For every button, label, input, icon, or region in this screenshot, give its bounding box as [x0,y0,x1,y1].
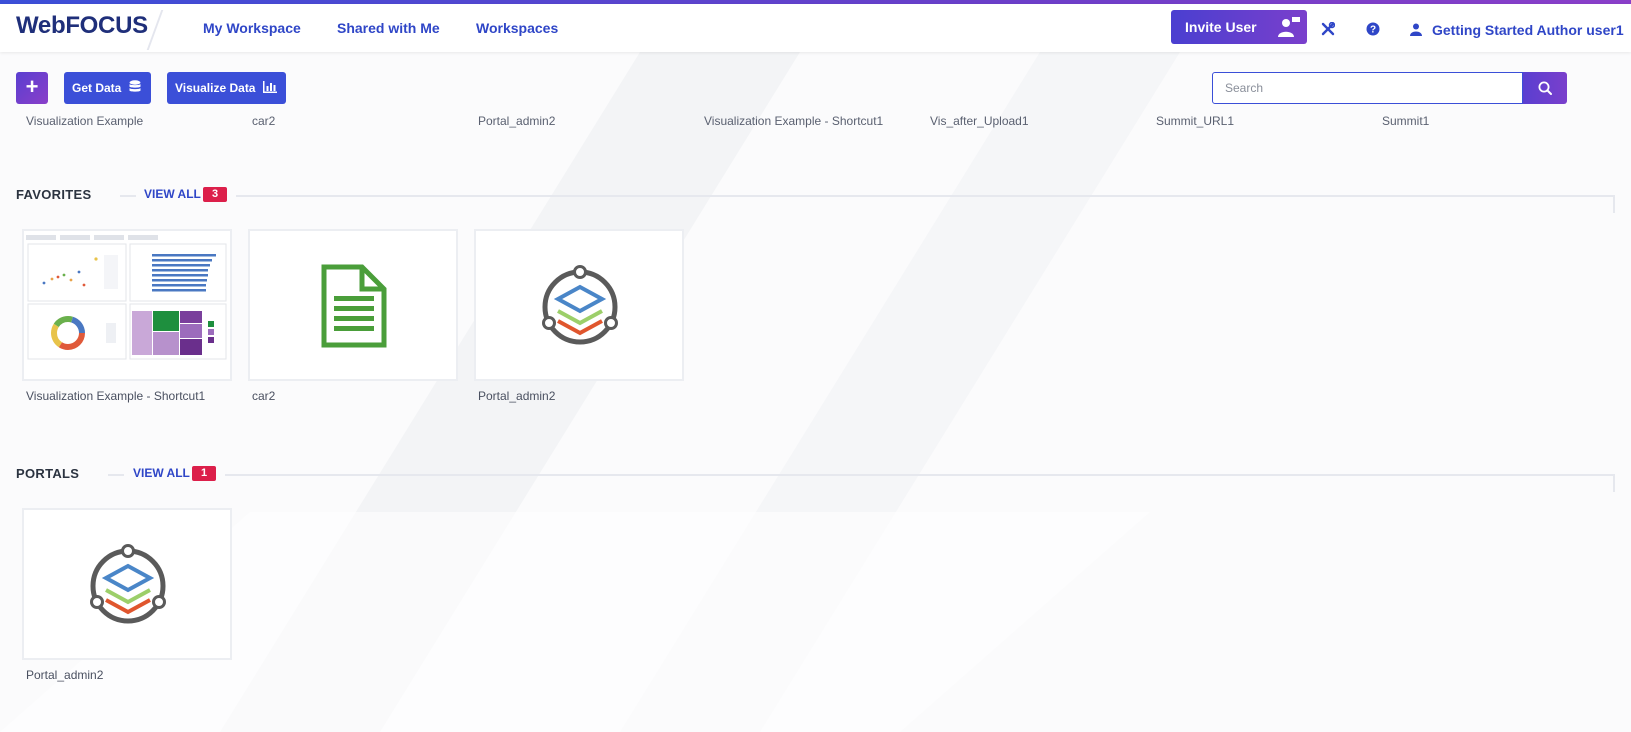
database-icon [129,79,141,97]
user-name: Getting Started Author user1 [1432,22,1624,38]
logo-divider [146,10,164,50]
help-icon[interactable]: ? [1366,22,1380,41]
recent-item[interactable]: Visualization Example - Shortcut1 [704,114,883,128]
svg-text:?: ? [1370,25,1376,36]
nav-workspaces[interactable]: Workspaces [476,20,558,36]
recent-item[interactable]: car2 [252,114,275,128]
favorites-view-all-link[interactable]: VIEW ALL [144,187,201,201]
recent-item[interactable]: Portal_admin2 [478,114,555,128]
section-rule [108,474,124,476]
section-rule [120,195,136,197]
user-menu[interactable]: Getting Started Author user1 [1410,22,1624,38]
visualize-data-label: Visualize Data [175,81,256,95]
recent-item[interactable]: Visualization Example [26,114,143,128]
section-rule-end [1613,474,1615,492]
invite-user-label: Invite User [1185,19,1257,35]
bar-chart-icon [263,80,278,96]
section-rule [225,474,1615,476]
visualize-data-button[interactable]: Visualize Data [167,72,286,104]
nav-my-workspace[interactable]: My Workspace [203,20,301,36]
favorite-tile-portal[interactable] [474,229,684,381]
invite-user-button[interactable]: Invite User [1171,10,1307,44]
recent-item[interactable]: Vis_after_Upload1 [930,114,1029,128]
document-icon [321,264,387,353]
person-flag-icon [1277,16,1301,41]
portal-tile[interactable] [22,508,232,660]
section-rule-end [1613,195,1615,213]
create-new-button[interactable]: + [16,72,48,104]
portal-icon [88,542,168,631]
favorite-tile-dashboard[interactable] [22,229,232,381]
favorites-count-badge: 3 [203,187,227,202]
tools-icon[interactable] [1321,21,1336,41]
favorite-tile-label[interactable]: Portal_admin2 [478,389,555,403]
favorite-tile-label[interactable]: Visualization Example - Shortcut1 [26,389,205,403]
recent-item[interactable]: Summit_URL1 [1156,114,1234,128]
get-data-label: Get Data [72,81,122,95]
get-data-button[interactable]: Get Data [64,72,151,104]
recent-item[interactable]: Summit1 [1382,114,1429,128]
webfocus-logo[interactable]: WebFOCUS [16,12,148,40]
portal-icon [540,263,620,352]
portal-tile-label[interactable]: Portal_admin2 [26,668,103,682]
favorite-tile-document[interactable] [248,229,458,381]
favorites-heading: FAVORITES [16,187,92,202]
portals-count-badge: 1 [192,466,216,481]
portals-heading: PORTALS [16,466,80,481]
dashboard-thumbnail [24,231,230,379]
favorite-tile-label[interactable]: car2 [252,389,275,403]
portals-view-all-link[interactable]: VIEW ALL [133,466,190,480]
search-icon [1538,81,1552,100]
section-rule [236,195,1615,197]
search-input[interactable] [1212,72,1523,104]
top-navbar: WebFOCUS My Workspace Shared with Me Wor… [0,4,1631,52]
nav-shared-with-me[interactable]: Shared with Me [337,20,440,36]
search-button[interactable] [1523,72,1567,104]
background-decoration [0,52,1180,732]
